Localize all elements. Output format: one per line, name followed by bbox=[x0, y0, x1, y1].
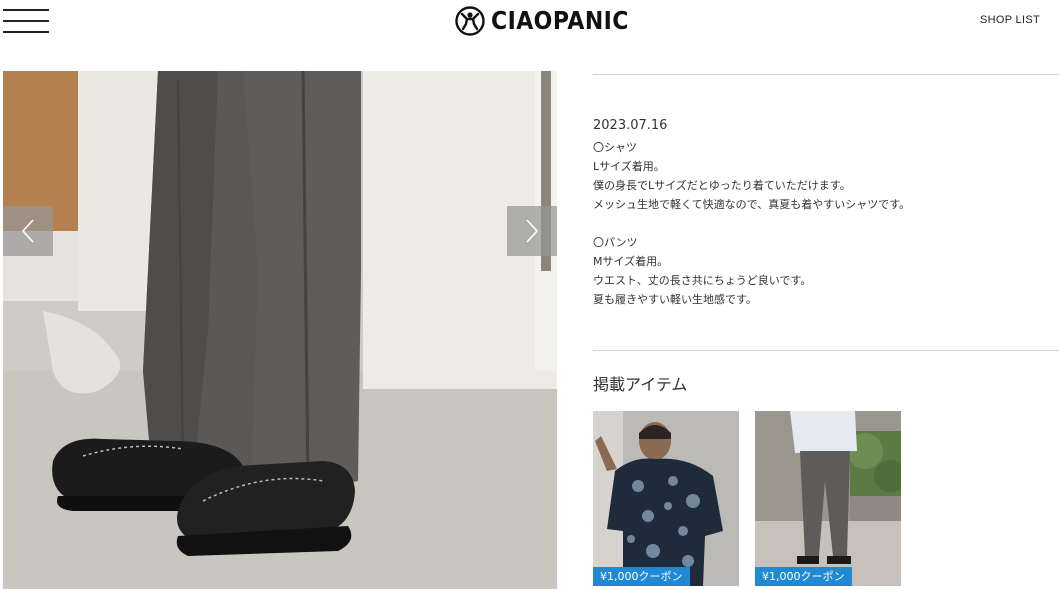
description-line: メッシュ生地で軽くて快適なので、真夏も着やすいシャツです。 bbox=[593, 198, 911, 211]
logo-figure-icon bbox=[455, 6, 485, 36]
description-line: 〇パンツ bbox=[593, 236, 638, 249]
site-logo[interactable]: CIAOPANIC bbox=[455, 5, 648, 37]
item-card-shirt[interactable]: ¥1,000クーポン bbox=[593, 411, 739, 586]
description-line: ウエスト、丈の長さ共にちょうど良いです。 bbox=[593, 274, 812, 287]
item-card-pants[interactable]: ¥1,000クーポン bbox=[755, 411, 901, 586]
main-photo bbox=[3, 71, 557, 589]
shop-list-link[interactable]: SHOP LIST bbox=[980, 14, 1040, 26]
carousel-next-button[interactable] bbox=[507, 206, 557, 256]
description-line: 僕の身長でLサイズだとゆったり着ていただけます。 bbox=[593, 179, 851, 192]
items-section-heading: 掲載アイテム bbox=[593, 375, 688, 394]
chevron-left-icon bbox=[21, 219, 34, 243]
description-line: Mサイズ着用。 bbox=[593, 255, 669, 268]
divider-top bbox=[593, 74, 1059, 75]
divider-items bbox=[593, 350, 1059, 351]
post-date: 2023.07.16 bbox=[593, 118, 668, 133]
description-line bbox=[593, 214, 1043, 233]
chevron-right-icon bbox=[526, 219, 539, 243]
logo-text: CIAOPANIC bbox=[491, 6, 629, 35]
coupon-badge: ¥1,000クーポン bbox=[593, 567, 690, 586]
description-line: 夏も履きやすい軽い生地感です。 bbox=[593, 293, 757, 306]
carousel-prev-button[interactable] bbox=[3, 206, 53, 256]
item-photo-pants bbox=[755, 411, 901, 586]
post-description: 〇シャツ Lサイズ着用。 僕の身長でLサイズだとゆったり着ていただけます。 メッ… bbox=[593, 138, 1043, 309]
description-line: Lサイズ着用。 bbox=[593, 160, 665, 173]
item-photo-shirt bbox=[593, 411, 739, 586]
menu-hamburger-icon[interactable] bbox=[0, 6, 52, 36]
coupon-badge: ¥1,000クーポン bbox=[755, 567, 852, 586]
description-line: 〇シャツ bbox=[593, 141, 637, 154]
photo-trousers-loafers bbox=[3, 71, 557, 589]
site-header: CIAOPANIC SHOP LIST bbox=[0, 0, 1059, 60]
